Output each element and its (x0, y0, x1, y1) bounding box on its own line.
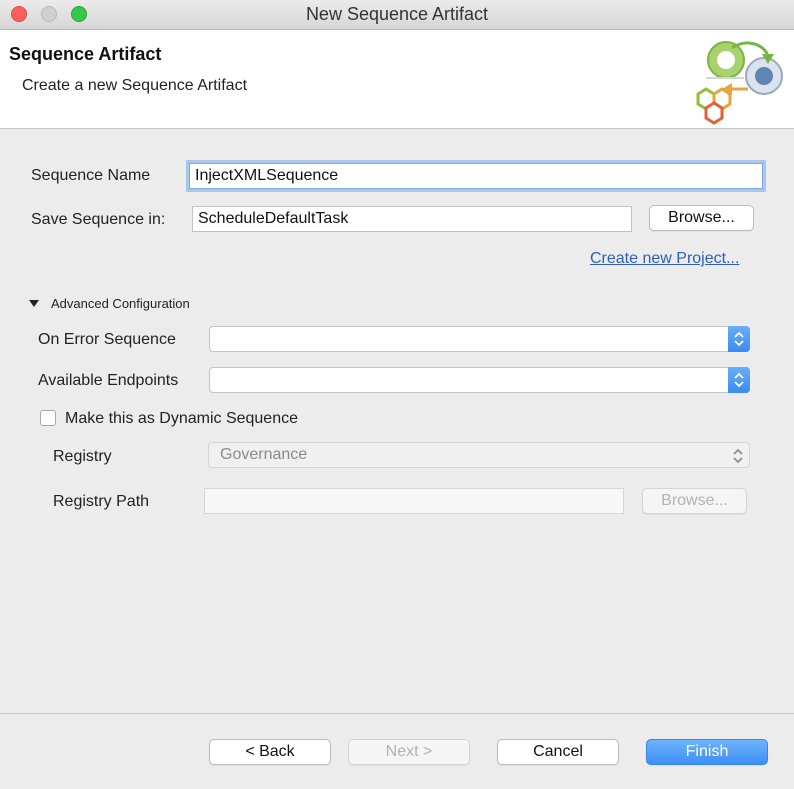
available-endpoints-label: Available Endpoints (38, 372, 179, 389)
browse-button[interactable]: Browse... (649, 205, 754, 231)
create-project-link[interactable]: Create new Project... (590, 250, 739, 268)
dynamic-sequence-checkbox[interactable] (40, 410, 56, 426)
sequence-name-label: Sequence Name (31, 167, 151, 184)
cancel-button[interactable]: Cancel (497, 739, 619, 765)
advanced-configuration-label: Advanced Configuration (51, 296, 190, 311)
registry-label: Registry (53, 448, 112, 465)
next-button[interactable]: Next > (348, 739, 470, 765)
wizard-graphic-icon (696, 41, 783, 125)
dynamic-sequence-label: Make this as Dynamic Sequence (65, 410, 298, 427)
select-arrows-icon (728, 326, 750, 352)
back-button[interactable]: < Back (209, 739, 331, 765)
footer-separator (0, 713, 794, 714)
available-endpoints-select[interactable] (209, 367, 750, 393)
window-title: New Sequence Artifact (305, 4, 489, 24)
registry-path-input[interactable] (204, 488, 624, 514)
save-in-label: Save Sequence in: (31, 211, 166, 228)
banner-subtitle: Create a new Sequence Artifact (22, 77, 248, 94)
save-in-input[interactable]: ScheduleDefaultTask (192, 206, 632, 232)
registry-browse-button[interactable]: Browse... (642, 488, 747, 514)
select-arrows-icon (728, 367, 750, 393)
on-error-sequence-label: On Error Sequence (38, 331, 176, 348)
select-arrows-icon (733, 448, 743, 464)
registry-path-label: Registry Path (53, 493, 150, 510)
registry-value: Governance (220, 446, 308, 463)
sequence-name-input[interactable]: InjectXMLSequence (189, 163, 763, 189)
advanced-configuration-toggle[interactable]: Advanced Configuration (29, 296, 190, 311)
finish-button[interactable]: Finish (646, 739, 768, 765)
disclosure-triangle-icon (29, 300, 39, 307)
banner-title: Sequence Artifact (9, 44, 162, 64)
title-bar: New Sequence Artifact (0, 0, 794, 30)
on-error-sequence-select[interactable] (209, 326, 750, 352)
registry-select[interactable]: Governance (208, 442, 750, 468)
wizard-banner: Sequence Artifact Create a new Sequence … (0, 30, 794, 129)
